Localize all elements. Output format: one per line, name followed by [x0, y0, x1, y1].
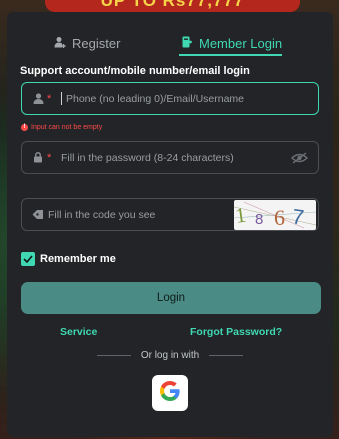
section-title: Support account/mobile number/email logi…	[20, 65, 250, 77]
lock-icon	[32, 152, 44, 164]
promo-banner: UP TO Rs77,777	[45, 0, 300, 12]
social-divider-text: Or log in with	[140, 349, 200, 361]
captcha-image[interactable]: 1 8 6 7	[234, 199, 316, 230]
eye-slash-icon[interactable]	[291, 151, 308, 164]
password-input[interactable]	[57, 142, 291, 173]
remember-me-label: Remember me	[40, 253, 116, 265]
account-error-text: Input can not be empty	[31, 124, 103, 131]
divider-line	[209, 354, 244, 356]
tag-icon	[32, 209, 44, 221]
service-link[interactable]: Service	[60, 326, 97, 338]
captcha-input[interactable]	[44, 199, 234, 230]
svg-text:7: 7	[291, 205, 306, 229]
google-login-button[interactable]	[152, 375, 188, 411]
tab-register[interactable]: Register	[54, 30, 120, 56]
tab-register-label: Register	[72, 35, 121, 51]
user-icon	[32, 93, 44, 105]
checkbox-checked-icon[interactable]	[21, 252, 35, 266]
forgot-password-link[interactable]: Forgot Password?	[190, 326, 282, 338]
required-mark: *	[47, 151, 52, 164]
error-icon: !	[21, 124, 28, 131]
remember-me[interactable]: Remember me	[21, 252, 116, 266]
login-button[interactable]: Login	[21, 282, 321, 314]
account-input[interactable]	[62, 83, 318, 114]
account-error: ! Input can not be empty	[21, 124, 102, 131]
promo-banner-text: UP TO Rs77,777	[100, 0, 245, 10]
divider-line	[97, 354, 131, 356]
svg-text:8: 8	[255, 211, 263, 228]
svg-text:1: 1	[234, 202, 247, 227]
required-mark: *	[47, 92, 52, 105]
captcha-field[interactable]: 1 8 6 7	[21, 198, 319, 231]
tab-member-login[interactable]: Member Login	[182, 30, 282, 56]
auth-tabs: Register Member Login	[7, 30, 333, 56]
svg-text:6: 6	[274, 205, 285, 230]
tab-member-login-label: Member Login	[199, 35, 283, 51]
password-field[interactable]: *	[21, 141, 319, 174]
account-field[interactable]: *	[21, 82, 319, 115]
social-divider: Or log in with	[97, 348, 244, 362]
active-tab-indicator	[179, 54, 282, 56]
user-add-icon	[54, 36, 66, 51]
login-panel: Register Member Login Support account/mo…	[7, 12, 333, 437]
google-icon	[159, 380, 181, 407]
login-icon	[182, 36, 193, 51]
